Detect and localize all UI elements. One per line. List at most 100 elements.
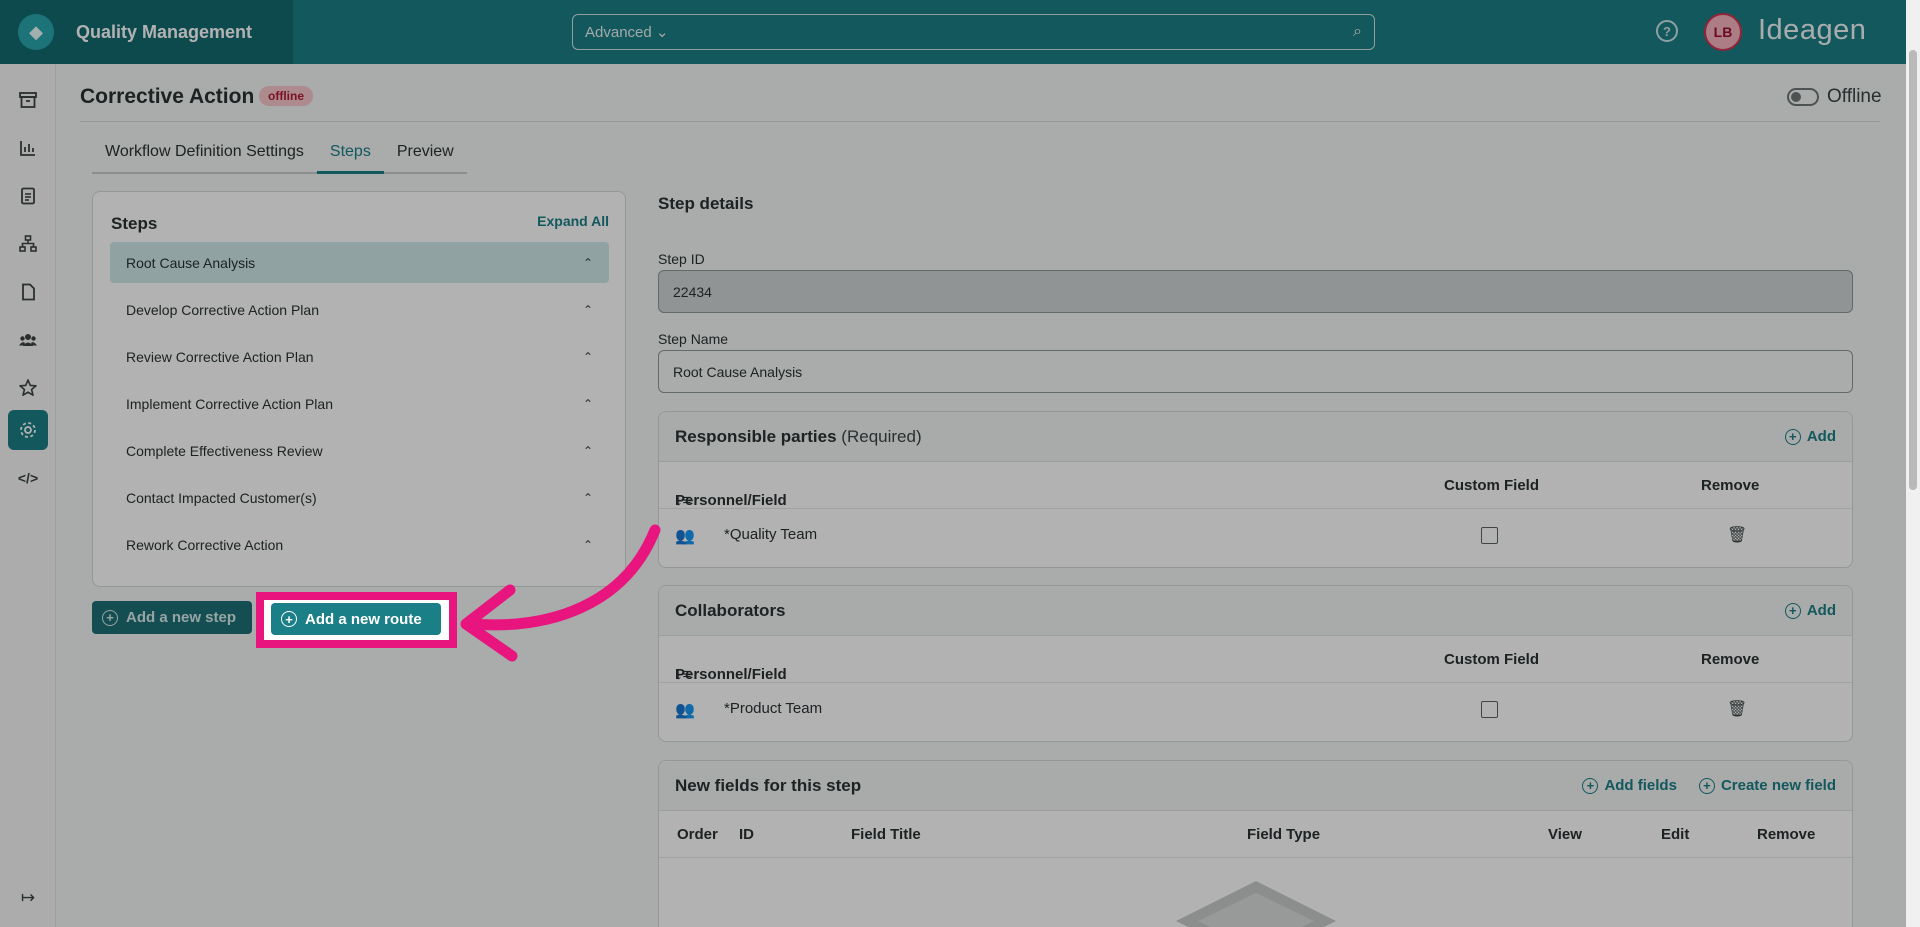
create-field-button[interactable]: + Create new field — [1698, 777, 1836, 794]
pointer-arrow-icon — [460, 524, 661, 662]
chevron-up-icon[interactable]: ⌃ — [583, 491, 593, 505]
add-step-button[interactable]: + Add a new step — [92, 601, 252, 634]
add-step-label: Add a new step — [126, 609, 237, 626]
custom-field-checkbox[interactable] — [1481, 527, 1498, 544]
create-field-label: Create new field — [1720, 777, 1836, 794]
code-icon[interactable]: </> — [8, 458, 48, 498]
add-fields-button[interactable]: + Add fields — [1582, 777, 1677, 794]
new-fields-card: New fields for this step + Add fields + Cr… — [658, 760, 1853, 927]
search-icon[interactable]: ⌕ — [1353, 23, 1362, 41]
step-item[interactable]: Root Cause Analysis ⌃ — [110, 242, 609, 283]
tab-preview[interactable]: Preview — [384, 140, 467, 174]
step-details-title: Step details — [658, 194, 754, 213]
plus-circle-icon: + — [1784, 428, 1801, 445]
archive-icon[interactable] — [8, 80, 48, 120]
add-label: Add — [1806, 428, 1836, 445]
settings-icon[interactable] — [8, 410, 48, 450]
tab-bar: Workflow Definition Settings Steps Previ… — [92, 140, 467, 174]
col-view: View — [1548, 826, 1582, 843]
user-avatar[interactable]: LB — [1704, 13, 1742, 51]
tab-steps[interactable]: Steps — [316, 140, 384, 174]
document-icon[interactable] — [8, 176, 48, 216]
required-label: (Required) — [841, 426, 922, 446]
plus-circle-icon: + — [1698, 777, 1715, 794]
col-personnel-label: Personnel/Field — [675, 492, 787, 509]
page-scrollbar[interactable] — [1906, 0, 1920, 927]
trash-icon[interactable]: 🗑 — [1727, 525, 1747, 545]
step-item[interactable]: Implement Corrective Action Plan ⌃ — [110, 383, 609, 424]
collaborators-card: Collaborators + Add Personnel/Field ↓≡ Cu… — [658, 585, 1853, 742]
left-nav-rail: </> ↦ — [0, 64, 56, 927]
col-field-type: Field Type — [1247, 826, 1321, 843]
people-icon[interactable] — [8, 320, 48, 360]
plus-circle-icon: + — [1582, 777, 1599, 794]
step-item[interactable]: Develop Corrective Action Plan ⌃ — [110, 289, 609, 330]
step-item-label: Review Corrective Action Plan — [126, 348, 314, 365]
col-remove: Remove — [1757, 826, 1816, 843]
trash-icon[interactable]: 🗑 — [1727, 699, 1747, 719]
expand-arrow-icon[interactable]: ↦ — [8, 878, 48, 918]
offline-toggle[interactable] — [1787, 88, 1819, 106]
add-route-label: Add a new route — [305, 610, 422, 628]
add-collaborator-button[interactable]: + Add — [1784, 602, 1836, 619]
plus-circle-icon: + — [102, 609, 118, 626]
vendor-logo: Ideagen — [1758, 14, 1867, 46]
add-fields-label: Add fields — [1604, 777, 1677, 794]
col-custom-field: Custom Field — [1444, 477, 1540, 494]
table-row: 👥 *Product Team 🗑 — [659, 683, 1852, 735]
responsible-title-text: Responsible parties — [675, 426, 837, 446]
sort-icon[interactable]: ↓≡ — [675, 666, 691, 683]
group-icon: 👥 — [675, 528, 695, 545]
sort-icon[interactable]: ↓≡ — [675, 492, 691, 509]
add-route-button[interactable]: + Add a new route — [271, 603, 441, 635]
table-row: 👥 *Quality Team 🗑 — [659, 509, 1852, 561]
search-mode-label: Advanced — [585, 24, 652, 41]
step-item[interactable]: Review Corrective Action Plan ⌃ — [110, 336, 609, 377]
step-item-label: Develop Corrective Action Plan — [126, 301, 319, 318]
step-item-label: Implement Corrective Action Plan — [126, 395, 333, 412]
chevron-up-icon[interactable]: ⌃ — [583, 444, 593, 458]
step-name-field[interactable]: Root Cause Analysis — [658, 350, 1853, 393]
scrollbar-thumb[interactable] — [1909, 50, 1917, 490]
personnel-name: *Quality Team — [724, 526, 818, 543]
col-edit: Edit — [1661, 826, 1690, 843]
expand-all-link[interactable]: Expand All — [537, 213, 609, 229]
col-field-title: Field Title — [851, 826, 921, 843]
new-fields-title: New fields for this step — [675, 775, 862, 795]
step-item[interactable]: Complete Effectiveness Review ⌃ — [110, 430, 609, 471]
chevron-up-icon[interactable]: ⌃ — [583, 350, 593, 364]
responsible-parties-title: Responsible parties (Required) — [675, 427, 1763, 447]
help-icon[interactable]: ? — [1656, 20, 1678, 42]
star-icon[interactable] — [8, 368, 48, 408]
tab-workflow-definition-settings[interactable]: Workflow Definition Settings — [92, 140, 317, 174]
search-bar[interactable]: Advanced ⌄ ⌕ — [572, 14, 1375, 50]
chevron-up-icon[interactable]: ⌃ — [583, 397, 593, 411]
chevron-up-icon[interactable]: ⌃ — [583, 303, 593, 317]
hierarchy-icon[interactable] — [8, 224, 48, 264]
personnel-name: *Product Team — [724, 700, 823, 717]
custom-field-checkbox[interactable] — [1481, 701, 1498, 718]
search-mode-dropdown[interactable]: Advanced ⌄ — [585, 23, 1353, 41]
file-icon[interactable] — [8, 272, 48, 312]
step-item-label: Contact Impacted Customer(s) — [126, 489, 317, 506]
new-fields-header: New fields for this step + Add fields + Cr… — [659, 761, 1852, 811]
chevron-up-icon[interactable]: ⌃ — [583, 256, 593, 270]
step-id-label: Step ID — [658, 251, 705, 267]
plus-circle-icon: + — [1784, 602, 1801, 619]
add-responsible-button[interactable]: + Add — [1784, 428, 1836, 445]
plus-circle-icon: + — [281, 611, 297, 627]
diamond-logo-icon: ◆ — [18, 14, 54, 50]
offline-toggle-label: Offline — [1827, 86, 1882, 107]
col-remove: Remove — [1701, 651, 1760, 668]
page-title: Corrective Action — [80, 85, 255, 108]
app-title: Quality Management — [76, 21, 253, 42]
step-id-field: 22434 — [658, 270, 1853, 313]
chart-icon[interactable] — [8, 128, 48, 168]
add-label: Add — [1806, 602, 1836, 619]
empty-state-illustration — [1176, 881, 1336, 927]
collaborators-title: Collaborators — [675, 600, 786, 620]
brand-area[interactable]: ◆ Quality Management — [0, 0, 293, 64]
steps-panel-title: Steps — [111, 214, 158, 233]
col-custom-field: Custom Field — [1444, 651, 1540, 668]
table-header-row: Personnel/Field ↓≡ Custom Field Remove — [659, 636, 1852, 683]
